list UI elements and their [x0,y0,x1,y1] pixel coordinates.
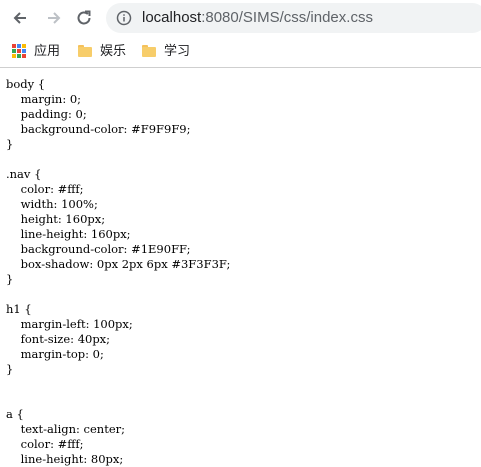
folder-icon [142,45,156,57]
bookmark-label: 娱乐 [100,43,127,58]
page-content: body { margin: 0; padding: 0; background… [6,77,481,467]
bookmarks-bar: 应用 娱乐 学习 [0,36,481,68]
reload-icon [77,10,91,25]
reload-button[interactable] [72,6,96,30]
bookmark-folder-entertainment[interactable]: 娱乐 [78,42,126,60]
bookmark-folder-study[interactable]: 学习 [142,42,190,60]
url-path: :8080/SIMS/css/index.css [201,9,373,26]
info-icon[interactable] [116,10,132,26]
bookmark-label: 应用 [34,43,61,58]
bookmark-apps[interactable]: 应用 [12,42,60,60]
css-source-text: body { margin: 0; padding: 0; background… [6,77,231,466]
folder-icon [78,45,92,57]
back-arrow-icon [13,12,26,24]
url-text[interactable]: localhost:8080/SIMS/css/index.css [142,9,373,27]
address-bar[interactable]: localhost:8080/SIMS/css/index.css [106,3,481,33]
forward-arrow-icon [48,12,61,24]
back-button[interactable] [8,6,32,30]
forward-button[interactable] [42,6,66,30]
bookmark-label: 学习 [164,43,191,58]
browser-toolbar: localhost:8080/SIMS/css/index.css [0,0,481,36]
url-host: localhost [142,9,202,26]
apps-grid-icon [12,44,26,58]
